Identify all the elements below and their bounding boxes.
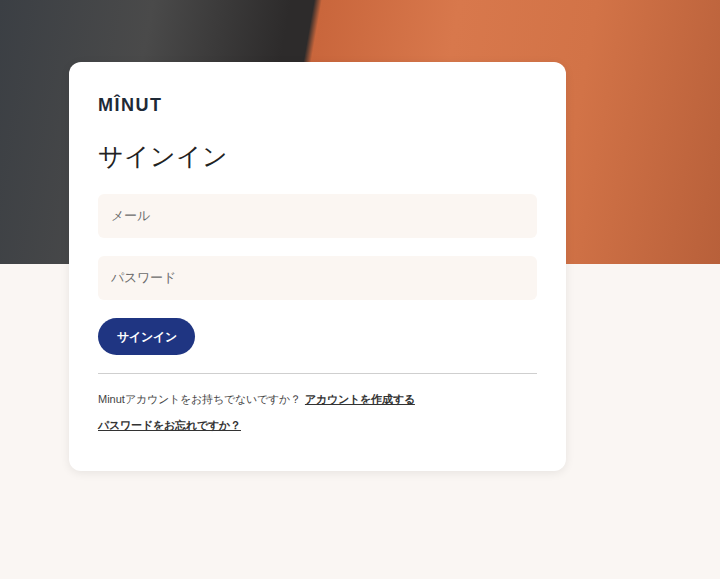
signin-button[interactable]: サインイン (98, 318, 195, 355)
email-field[interactable] (98, 194, 537, 238)
password-field[interactable] (98, 256, 537, 300)
minut-logo: MÎNUT (98, 94, 537, 116)
signup-prompt: Minutアカウントをお持ちでないですか？ (98, 393, 301, 405)
signup-row: Minutアカウントをお持ちでないですか？ アカウントを作成する (98, 391, 537, 407)
forgot-row: パスワードをお忘れですか？ (98, 417, 537, 433)
page-title: サインイン (98, 140, 537, 172)
divider (98, 373, 537, 374)
forgot-password-link[interactable]: パスワードをお忘れですか？ (98, 419, 241, 431)
signin-card: MÎNUTサインインサインインMinutアカウントをお持ちでないですか？アカウン… (69, 62, 566, 471)
create-account-link[interactable]: アカウントを作成する (305, 393, 415, 405)
